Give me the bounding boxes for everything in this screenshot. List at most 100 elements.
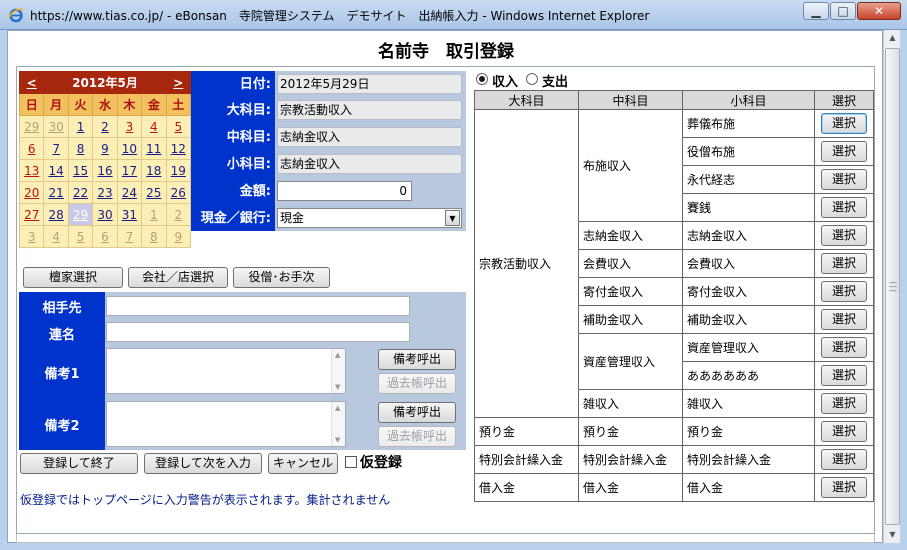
calendar-day[interactable]: 20 [18,181,45,204]
calendar-day[interactable]: 3 [116,115,143,138]
calendar-day[interactable]: 29 [18,115,45,138]
calendar-day[interactable]: 24 [116,181,143,204]
calendar-day[interactable]: 11 [141,137,167,160]
calendar-day[interactable]: 26 [165,181,192,204]
scroll-down-icon[interactable]: ▼ [885,527,900,543]
select-button[interactable]: 選択 [821,393,867,414]
select-button[interactable]: 選択 [821,337,867,358]
calendar-day[interactable]: 18 [141,159,167,182]
select-button[interactable]: 選択 [821,421,867,442]
select-button[interactable]: 選択 [821,309,867,330]
calendar-day[interactable]: 1 [141,203,167,226]
select-button[interactable]: 選択 [821,477,867,498]
calendar-day[interactable]: 5 [67,225,94,248]
memo2-scrollbar[interactable]: ▲ ▼ [331,402,345,446]
calendar-weekday: 水 [92,93,118,116]
calendar-day[interactable]: 6 [92,225,118,248]
select-button[interactable]: 選択 [821,225,867,246]
danka-select-button[interactable]: 檀家選択 [23,267,123,288]
calendar-day[interactable]: 28 [43,203,69,226]
calendar-day[interactable]: 14 [43,159,69,182]
memo1-textarea[interactable]: ▲ ▼ [106,348,346,394]
calendar-day[interactable]: 4 [43,225,69,248]
company-select-button[interactable]: 会社／店選択 [128,267,228,288]
calendar-day[interactable]: 6 [18,137,45,160]
scroll-up-icon[interactable]: ▲ [885,30,900,46]
calendar-day[interactable]: 21 [43,181,69,204]
chevron-down-icon[interactable]: ▼ [445,210,460,226]
calendar-day[interactable]: 13 [18,159,45,182]
memo2-textarea[interactable]: ▲ ▼ [106,401,346,447]
close-window-button[interactable]: ✕ [857,2,901,20]
calendar-day[interactable]: 4 [141,115,167,138]
memo1-scrollbar[interactable]: ▲ ▼ [331,349,345,393]
partner-input[interactable] [106,296,410,316]
calendar-day[interactable]: 8 [141,225,167,248]
calendar-day[interactable]: 30 [92,203,118,226]
select-button[interactable]: 選択 [821,141,867,162]
provisional-checkbox[interactable] [345,456,357,468]
calendar-day-selected[interactable]: 29 [67,203,94,226]
middle-category-label: 中科目: [226,130,271,145]
calendar-day[interactable]: 30 [43,115,69,138]
calendar-day[interactable]: 1 [67,115,94,138]
column-header-select: 選択 [814,90,874,110]
calendar-day[interactable]: 12 [165,137,192,160]
calendar-day[interactable]: 3 [18,225,45,248]
calendar-day[interactable]: 23 [92,181,118,204]
expense-radio[interactable] [526,73,538,85]
select-button[interactable]: 選択 [821,169,867,190]
select-button[interactable]: 選択 [821,253,867,274]
calendar-prev-month-link[interactable]: < [18,71,45,94]
select-button[interactable]: 選択 [821,197,867,218]
minimize-button[interactable]: ▁ [803,2,829,20]
select-button[interactable]: 選択 [821,365,867,386]
calendar-day[interactable]: 17 [116,159,143,182]
provisional-label: 仮登録 [360,455,402,471]
memo1-past-call-button[interactable]: 過去帳呼出 [378,373,456,394]
calendar-day[interactable]: 9 [92,137,118,160]
cosigner-input[interactable] [106,322,410,342]
memo2-call-button[interactable]: 備考呼出 [378,402,456,423]
details-panel: 相手先 連名 備考1 備考2 ▲ ▼ ▲ ▼ 備考呼出 過去帳呼出 備考呼出 過去帳… [19,292,466,450]
amount-input[interactable]: 0 [277,181,412,201]
income-radio[interactable] [476,73,488,85]
calendar-day[interactable]: 2 [165,203,192,226]
middle-cell: 資産管理収入 [578,333,683,390]
select-button[interactable]: 選択 [821,281,867,302]
calendar-day[interactable]: 7 [116,225,143,248]
minor-cell: 永代経志 [682,165,815,194]
calendar-day[interactable]: 31 [116,203,143,226]
calendar-day[interactable]: 10 [116,137,143,160]
memo2-past-call-button[interactable]: 過去帳呼出 [378,426,456,447]
calendar-day[interactable]: 8 [67,137,94,160]
calendar-next-month-link[interactable]: > [165,71,192,94]
calendar-day[interactable]: 25 [141,181,167,204]
calendar-day[interactable]: 2 [92,115,118,138]
column-header-major: 大科目 [474,90,579,110]
calendar-day[interactable]: 5 [165,115,192,138]
calendar-day[interactable]: 15 [67,159,94,182]
page-scrollbar[interactable]: ▲ — — — ▼ [883,30,900,543]
calendar-day[interactable]: 22 [67,181,94,204]
calendar-day[interactable]: 27 [18,203,45,226]
register-next-button[interactable]: 登録して次を入力 [144,453,262,474]
minor-cell: 志納金収入 [682,221,815,250]
maximize-button[interactable]: □ [830,2,856,20]
calendar-day[interactable]: 16 [92,159,118,182]
calendar-day[interactable]: 19 [165,159,192,182]
select-button[interactable]: 選択 [821,113,867,134]
calendar-day[interactable]: 9 [165,225,192,248]
cash-bank-select[interactable]: 現金 ▼ [277,208,462,228]
select-button[interactable]: 選択 [821,449,867,470]
memo1-call-button[interactable]: 備考呼出 [378,349,456,370]
scrollbar-thumb[interactable]: — — — [885,48,900,525]
major-cell: 特別会計繰入金 [474,445,579,474]
calendar: < 2012年5月 > 日 月 火 水 木 金 土 29 30 1 2 3 4 … [18,71,192,248]
minor-cell: 雑収入 [682,389,815,418]
cash-bank-row: 現金／銀行: 現金 ▼ [191,205,466,232]
register-finish-button[interactable]: 登録して終了 [20,453,138,474]
calendar-day[interactable]: 7 [43,137,69,160]
priest-select-button[interactable]: 役僧･お手次 [233,267,330,288]
cancel-button[interactable]: キャンセル [268,453,338,474]
